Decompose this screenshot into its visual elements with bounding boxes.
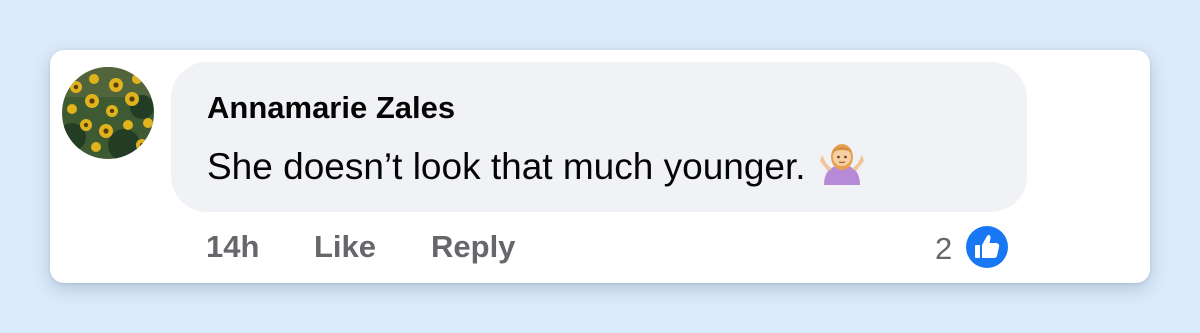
thumbs-up-icon [961, 221, 1013, 273]
comment-bubble: Annamarie Zales She doesn’t look that mu… [171, 62, 1027, 212]
reaction-count: 2 [935, 231, 953, 266]
comment-author[interactable]: Annamarie Zales [207, 90, 455, 126]
person-shrugging-emoji [818, 141, 866, 194]
avatar[interactable] [62, 67, 154, 159]
comment-text-row: She doesn’t look that much younger. [207, 141, 866, 194]
comment-card: Annamarie Zales She doesn’t look that mu… [50, 50, 1150, 283]
comment-timestamp[interactable]: 14h [206, 229, 259, 265]
sunflower-avatar-image [62, 67, 154, 159]
reply-button[interactable]: Reply [431, 229, 515, 265]
comment-text: She doesn’t look that much younger. [207, 146, 806, 187]
reaction-summary[interactable]: 2 [935, 221, 1015, 271]
like-button[interactable]: Like [314, 229, 376, 265]
